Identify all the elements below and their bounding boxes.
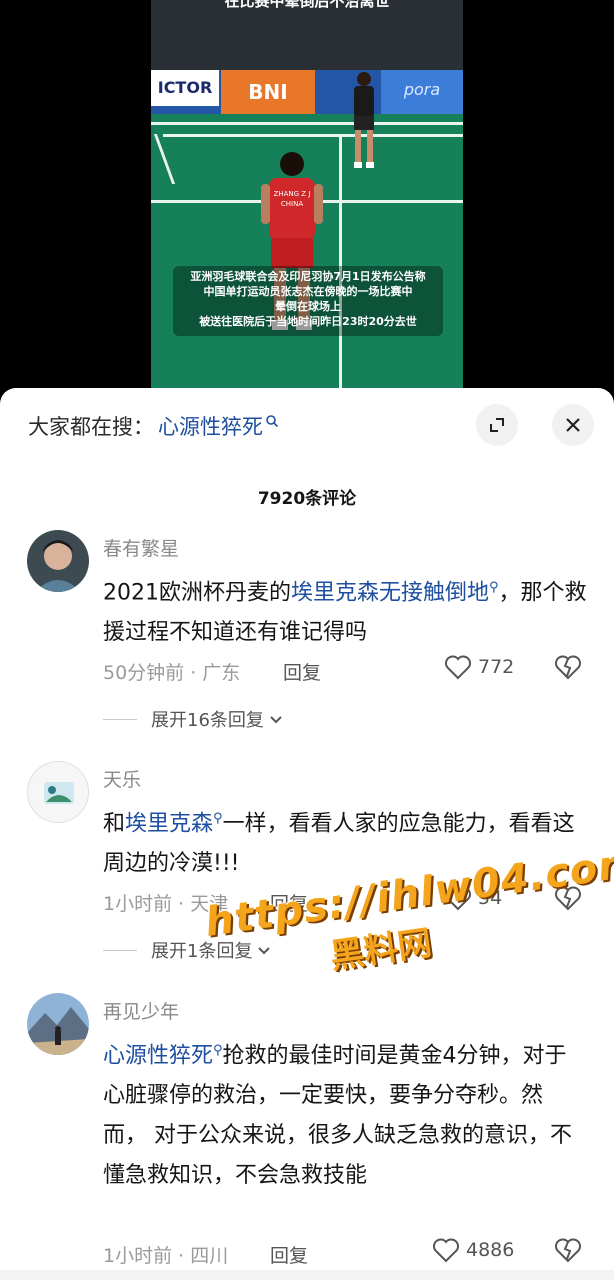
like-button[interactable]: 772	[444, 654, 514, 680]
news-line: 被送往医院后于当地时间昨日23时20分去世	[199, 315, 417, 328]
comment-sheet: 大家都在搜： 心源性猝死 7920条评论 春有繁星 2021欧洲杯丹麦的埃里克森…	[0, 388, 614, 1280]
expand-replies-label: 展开1条回复	[151, 941, 253, 962]
player-far	[354, 72, 374, 168]
news-line: 亚洲羽毛球联合会及印尼羽协7月1日发布公告称	[190, 270, 426, 283]
avatar[interactable]	[27, 530, 89, 592]
avatar[interactable]	[27, 993, 89, 1055]
close-button[interactable]	[552, 404, 594, 446]
trending-search[interactable]: 大家都在搜： 心源性猝死	[28, 408, 279, 444]
video-top-caption: 在比赛中晕倒后不治离世	[224, 0, 390, 10]
comment-username[interactable]: 再见少年	[103, 997, 179, 1024]
ad-pora: pora	[381, 70, 463, 114]
like-count: 772	[478, 656, 515, 678]
reply-button[interactable]: 回复	[283, 658, 321, 685]
expand-button[interactable]	[476, 404, 518, 446]
search-mini-icon: ⚲	[489, 580, 499, 595]
trending-search-prefix: 大家都在搜：	[28, 415, 154, 439]
expand-replies-label: 展开16条回复	[151, 710, 264, 731]
search-mini-icon	[266, 415, 279, 428]
comment-keyword-link[interactable]: 埃里克森无接触倒地	[291, 580, 489, 605]
divider-dash	[103, 718, 137, 720]
video-news-caption: 亚洲羽毛球联合会及印尼羽协7月1日发布公告称 中国单打运动员张志杰在傍晚的一场比…	[173, 266, 443, 336]
comment-text-part: 2021欧洲杯丹麦的	[103, 580, 291, 606]
ad-victor: ICTOR	[151, 70, 219, 106]
avatar[interactable]	[27, 761, 89, 823]
broken-heart-icon	[555, 1238, 581, 1263]
trending-search-term[interactable]: 心源性猝死	[158, 411, 263, 441]
comment-text: 2021欧洲杯丹麦的埃里克森无接触倒地⚲，那个救援过程不知道还有谁记得吗	[103, 568, 593, 653]
comment-time-location: 1小时前 · 四川	[103, 1245, 229, 1267]
chevron-down-icon	[270, 716, 282, 724]
dislike-button[interactable]	[554, 885, 582, 915]
like-count: 54	[478, 887, 503, 909]
broken-heart-icon	[555, 655, 581, 680]
comment-keyword-link[interactable]: 心源性猝死	[103, 1043, 213, 1068]
search-mini-icon: ⚲	[213, 811, 223, 826]
expand-replies-button[interactable]: 展开1条回复	[103, 937, 272, 963]
like-count: 4886	[466, 1239, 515, 1261]
bottom-edge	[0, 1270, 614, 1280]
reply-button[interactable]: 回复	[270, 889, 308, 916]
reply-button[interactable]: 回复	[270, 1241, 308, 1268]
comment-count: 7920条评论	[257, 489, 357, 509]
video-frame[interactable]: 在比赛中晕倒后不治离世 ICTOR BNI pora ZHANG Z J CHI…	[151, 0, 463, 400]
news-line: 中国单打运动员张志杰在傍晚的一场比赛中	[203, 285, 413, 298]
ad-bni: BNI	[221, 70, 315, 114]
comment-text: 心源性猝死⚲抢救的最佳时间是黄金4分钟，对于心脏骤停的救治，一定要快，要争分夺秒…	[103, 1031, 573, 1196]
comment-keyword-link[interactable]: 埃里克森	[125, 811, 213, 836]
svg-text:ZHANG Z J: ZHANG Z J	[274, 190, 311, 198]
comment-username[interactable]: 春有繁星	[103, 534, 179, 561]
comment-time-location: 1小时前 · 天津	[103, 893, 229, 915]
expand-icon	[490, 418, 504, 432]
heart-icon	[433, 1238, 459, 1263]
news-line: 晕倒在球场上	[275, 300, 341, 313]
dislike-button[interactable]	[554, 654, 582, 684]
chevron-down-icon	[258, 947, 271, 955]
comment-text-part: 和	[103, 811, 126, 837]
search-mini-icon: ⚲	[213, 1043, 223, 1058]
svg-text:CHINA: CHINA	[281, 200, 303, 208]
like-button[interactable]: 4886	[432, 1237, 514, 1263]
dislike-button[interactable]	[554, 1237, 582, 1267]
like-button[interactable]: 54	[444, 885, 502, 911]
broken-heart-icon	[555, 886, 581, 911]
close-icon	[566, 418, 580, 432]
video-player-area[interactable]: 在比赛中晕倒后不治离世 ICTOR BNI pora ZHANG Z J CHI…	[0, 0, 614, 400]
expand-replies-button[interactable]: 展开16条回复	[103, 706, 284, 732]
comment-text: 和埃里克森⚲一样，看看人家的应急能力，看看这周边的冷漠!!!	[103, 799, 593, 884]
comment-time-location: 50分钟前 · 广东	[103, 662, 241, 684]
heart-icon	[445, 886, 471, 911]
heart-icon	[445, 655, 471, 680]
comment-username[interactable]: 天乐	[103, 765, 141, 792]
divider-dash	[103, 949, 137, 951]
